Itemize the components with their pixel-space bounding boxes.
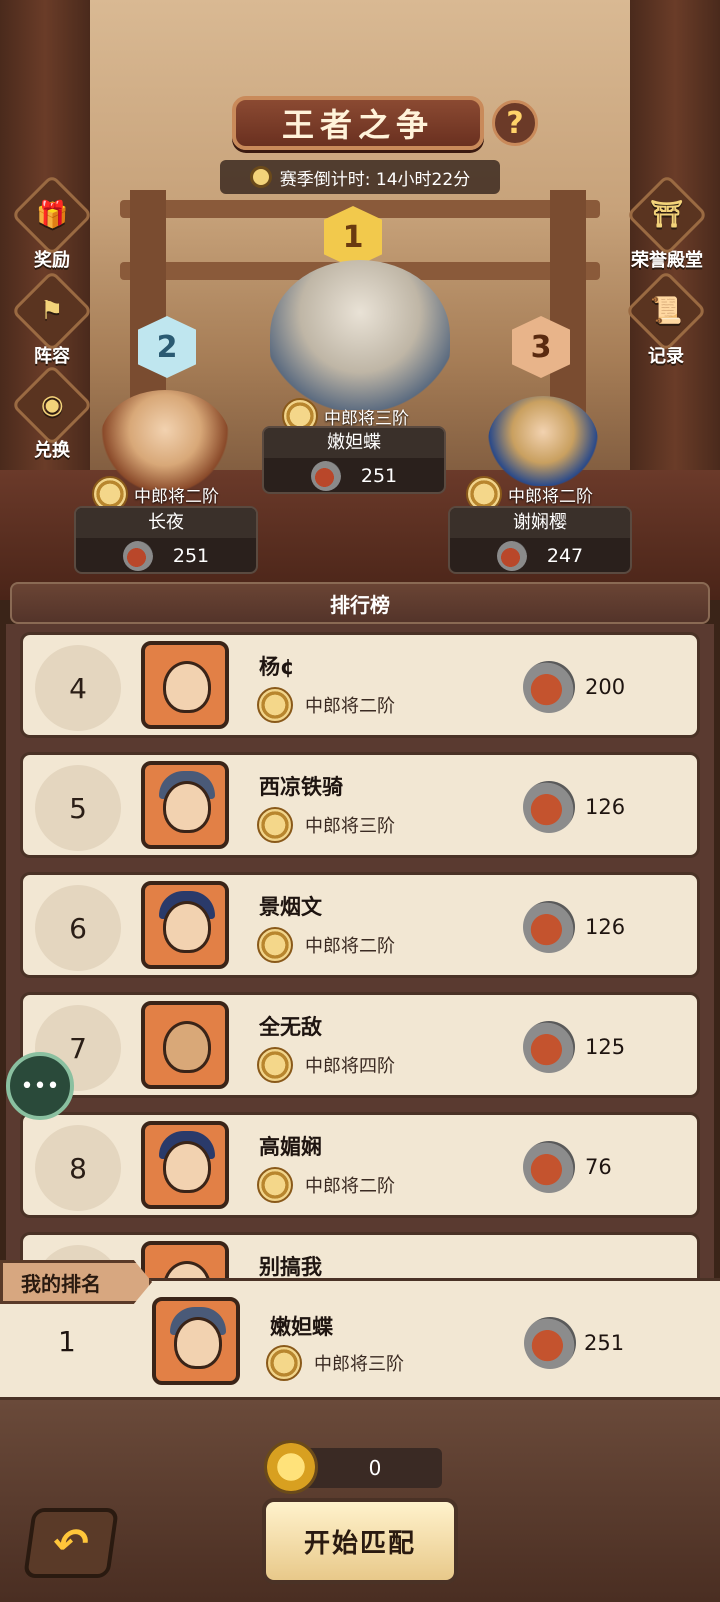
flag-icon: ⚑ (40, 296, 64, 326)
gate-post-left (130, 190, 166, 420)
season-countdown-text: 赛季倒计时: 14小时22分 (279, 169, 471, 190)
my-rank-score-value: 251 (584, 1331, 625, 1355)
row-score: 125 (585, 1035, 626, 1059)
start-match-button[interactable]: 开始匹配 (262, 1498, 458, 1584)
score-bag-icon (122, 541, 153, 571)
rank-3-nameplate[interactable]: 谢娴樱 247 (448, 506, 632, 574)
coin-exchange-icon: ◉ (40, 390, 64, 420)
tier-medal-icon (257, 687, 293, 723)
score-bag-icon (523, 781, 575, 833)
avatar (141, 881, 229, 969)
leaderboard-row[interactable]: 5 西凉铁骑 中郎将三阶 126 (20, 752, 700, 858)
hall-of-honor-button[interactable]: ⛩ 荣誉殿堂 (620, 173, 714, 272)
score-bag-icon (523, 1021, 575, 1073)
my-rank-tag: 我的排名 (0, 1260, 152, 1304)
page-title: 王者之争 (232, 96, 484, 150)
gift-icon: 🎁 (35, 200, 69, 230)
temple-icon: ⛩ (650, 199, 684, 230)
row-rank: 6 (35, 885, 121, 971)
my-avatar (152, 1297, 240, 1385)
gold-coin-icon (264, 1440, 318, 1494)
score-bag-icon (524, 1317, 576, 1369)
row-name: 别搞我 (259, 1255, 322, 1279)
chat-bubble-icon: ••• (20, 1073, 60, 1099)
rank-3-tier-text: 中郎将二阶 (508, 486, 593, 507)
season-countdown: 赛季倒计时: 14小时22分 (220, 160, 500, 194)
row-score: 126 (585, 915, 626, 939)
row-rank: 8 (35, 1125, 121, 1211)
rank-1-nameplate[interactable]: 嫩妲蝶 251 (262, 426, 446, 494)
tier-medal-icon (257, 807, 293, 843)
row-rank: 5 (35, 765, 121, 851)
rank-2-score: 251 (172, 545, 210, 567)
chat-button[interactable]: ••• (6, 1052, 74, 1120)
row-name: 杨¢ (259, 655, 295, 679)
row-rank: 4 (35, 645, 121, 731)
score-bag-icon (523, 901, 575, 953)
row-score: 200 (585, 675, 626, 699)
avatar (141, 1121, 229, 1209)
my-rank-tier-text: 中郎将三阶 (314, 1354, 404, 1375)
coin-count: 0 (368, 1456, 382, 1480)
rank-1-tier-text: 中郎将三阶 (324, 408, 409, 429)
rank-3-name: 谢娴樱 (450, 508, 630, 538)
back-button[interactable]: ↶ (23, 1508, 119, 1578)
rank-2-tier-text: 中郎将二阶 (134, 486, 219, 507)
tier-medal-icon (257, 1047, 293, 1083)
score-bag-icon (310, 461, 341, 491)
hero-rank-2[interactable] (100, 390, 230, 490)
exchange-button[interactable]: ◉ 兑换 (10, 363, 94, 462)
back-arrow-icon: ↶ (49, 1518, 93, 1568)
hero-rank-3[interactable] (488, 396, 598, 486)
leaderboard-row[interactable]: 7 全无敌 中郎将四阶 125 (20, 992, 700, 1098)
rank-1-score: 251 (360, 465, 398, 487)
row-tier: 中郎将三阶 (305, 816, 395, 837)
my-rank-number: 1 (58, 1325, 76, 1358)
rank-2-name: 长夜 (76, 508, 256, 538)
leaderboard-row[interactable]: 8 高媚娴 中郎将二阶 76 (20, 1112, 700, 1218)
row-tier: 中郎将二阶 (305, 936, 395, 957)
reward-button[interactable]: 🎁 奖励 (10, 173, 94, 272)
score-bag-icon (523, 661, 575, 713)
rank-2-nameplate[interactable]: 长夜 251 (74, 506, 258, 574)
row-name: 西凉铁骑 (259, 775, 343, 799)
help-button[interactable]: ? (492, 100, 538, 146)
score-bag-icon (496, 541, 527, 571)
row-name: 全无敌 (259, 1015, 322, 1039)
tier-medal-icon (257, 927, 293, 963)
row-score: 126 (585, 795, 626, 819)
my-rank-tier: 中郎将三阶 (266, 1345, 404, 1381)
scroll-icon: 📜 (649, 296, 683, 326)
row-tier: 中郎将二阶 (305, 696, 395, 717)
row-tier: 中郎将二阶 (305, 1176, 395, 1197)
lineup-button[interactable]: ⚑ 阵容 (10, 269, 94, 368)
row-tier: 中郎将四阶 (305, 1056, 395, 1077)
leaderboard-row[interactable]: 4 杨¢ 中郎将二阶 200 (20, 632, 700, 738)
rank-1-name: 嫩妲蝶 (264, 428, 444, 458)
my-rank-score: 251 (524, 1317, 624, 1369)
gate-post-right (550, 190, 586, 420)
row-name: 高媚娴 (259, 1135, 322, 1159)
avatar (141, 641, 229, 729)
tier-medal-icon (266, 1345, 302, 1381)
leaderboard-row[interactable]: 6 景烟文 中郎将二阶 126 (20, 872, 700, 978)
leaderboard-title: 排行榜 (10, 582, 710, 624)
row-score: 76 (585, 1155, 612, 1179)
row-name: 景烟文 (259, 895, 322, 919)
tier-medal-icon (257, 1167, 293, 1203)
avatar (141, 761, 229, 849)
avatar (141, 1001, 229, 1089)
rank-3-score: 247 (546, 545, 584, 567)
score-bag-icon (523, 1141, 575, 1193)
my-rank-name: 嫩妲蝶 (270, 1315, 333, 1339)
hero-rank-1[interactable] (270, 260, 450, 410)
clock-icon (249, 166, 272, 188)
record-button[interactable]: 📜 记录 (624, 269, 708, 368)
